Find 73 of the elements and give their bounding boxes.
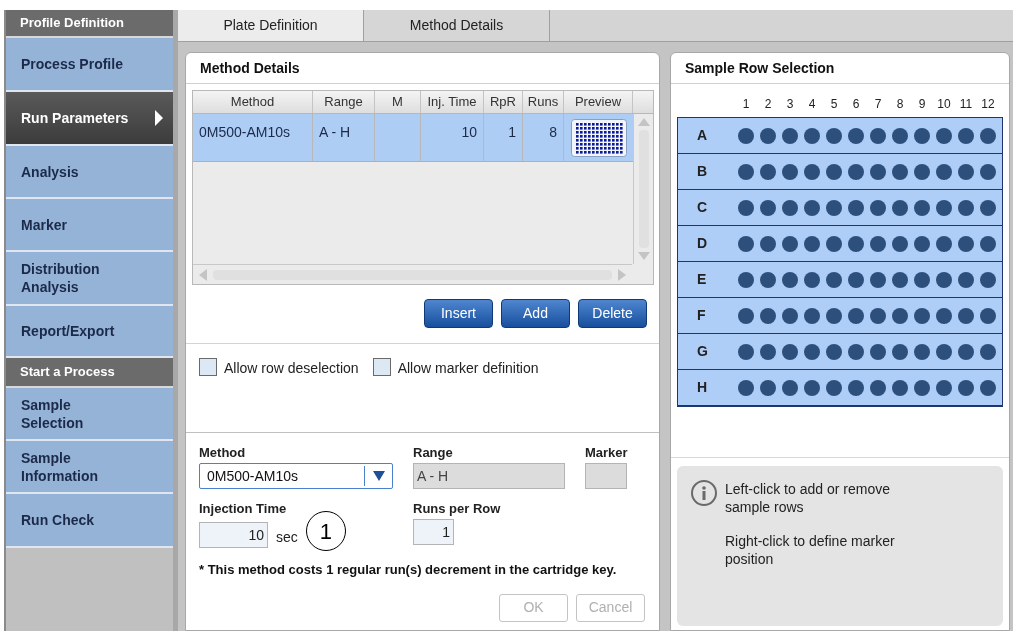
chevron-right-icon bbox=[155, 110, 164, 126]
sample-row[interactable]: E bbox=[678, 262, 1002, 298]
checkbox[interactable]: Allow marker definition bbox=[372, 358, 539, 378]
sample-row[interactable]: B bbox=[678, 154, 1002, 190]
sample-row[interactable]: C bbox=[678, 190, 1002, 226]
panel-title: Sample Row Selection bbox=[671, 53, 1009, 84]
action-button[interactable]: Insert bbox=[424, 299, 493, 328]
range-field[interactable]: A - H bbox=[413, 463, 565, 489]
unit-label: sec bbox=[276, 527, 298, 547]
sample-row[interactable]: D bbox=[678, 226, 1002, 262]
section-header: Start a Process bbox=[6, 358, 174, 388]
table-cell: 8 bbox=[523, 114, 564, 161]
sidebar-item[interactable]: Sample Selection bbox=[6, 388, 174, 441]
plate-preview-icon bbox=[570, 119, 627, 157]
action-button[interactable]: Delete bbox=[578, 299, 647, 328]
sample-row[interactable]: G bbox=[678, 334, 1002, 370]
section-header: Profile Definition bbox=[6, 10, 174, 38]
column-number: 12 bbox=[980, 96, 996, 113]
column-number: 6 bbox=[851, 96, 861, 113]
field-label: Method bbox=[199, 445, 247, 461]
injection-time-field[interactable]: 10 bbox=[199, 522, 268, 548]
sidebar-item[interactable]: Distribution Analysis bbox=[6, 252, 174, 306]
caret-icon bbox=[372, 471, 385, 481]
column-number: 3 bbox=[785, 96, 795, 113]
column-number: 2 bbox=[763, 96, 773, 113]
table-cell: 0M500-AM10s bbox=[193, 114, 313, 161]
vertical-scrollbar[interactable] bbox=[633, 114, 653, 264]
sidebar-item[interactable]: Analysis bbox=[6, 146, 174, 199]
table-cell: 1 bbox=[484, 114, 523, 161]
column-header[interactable]: RpR bbox=[484, 91, 523, 113]
panel-title: Method Details bbox=[186, 53, 659, 84]
horizontal-scrollbar[interactable] bbox=[193, 264, 632, 284]
sample-row[interactable]: F bbox=[678, 298, 1002, 334]
callout-number: 1 bbox=[305, 511, 346, 551]
sidebar-item[interactable]: Marker bbox=[6, 199, 174, 252]
sidebar-item[interactable]: Run Parameters bbox=[6, 92, 174, 146]
cost-note: * This method costs 1 regular run(s) decrement in the cartridge key. bbox=[199, 561, 618, 579]
column-number: 1 bbox=[741, 96, 751, 113]
info-icon bbox=[691, 480, 717, 506]
runs-per-row-field[interactable]: 1 bbox=[413, 519, 454, 545]
sample-row[interactable]: A bbox=[678, 118, 1002, 154]
table-row[interactable]: 0M500-AM10s A - H 10 1 8 bbox=[193, 114, 633, 162]
field-label: Injection Time bbox=[199, 501, 288, 517]
sidebar-item[interactable]: Process Profile bbox=[6, 38, 174, 92]
checkbox[interactable]: Allow row deselection bbox=[199, 358, 359, 378]
marker-field[interactable] bbox=[585, 463, 627, 489]
info-text: Left-click to add or remove sample rows bbox=[725, 480, 891, 516]
column-number: 10 bbox=[936, 96, 952, 113]
field-label: Marker bbox=[585, 445, 627, 461]
column-number: 5 bbox=[829, 96, 839, 113]
method-dropdown[interactable]: 0M500-AM10s bbox=[199, 463, 393, 489]
column-number: 7 bbox=[873, 96, 883, 113]
column-number: 11 bbox=[958, 96, 974, 113]
sample-row[interactable]: H bbox=[678, 370, 1002, 406]
column-number: 4 bbox=[807, 96, 817, 113]
column-header[interactable]: M bbox=[375, 91, 421, 113]
action-button[interactable]: Add bbox=[501, 299, 570, 328]
sidebar-item[interactable]: Report/Export bbox=[6, 306, 174, 358]
column-header[interactable]: Preview bbox=[564, 91, 633, 113]
info-text: Right-click to define marker position bbox=[725, 532, 896, 568]
field-label: Range bbox=[413, 445, 454, 461]
table-cell: A - H bbox=[313, 114, 375, 161]
column-number: 8 bbox=[895, 96, 905, 113]
field-label: Runs per Row bbox=[413, 501, 502, 517]
sidebar-item[interactable]: Run Check bbox=[6, 494, 174, 548]
column-header[interactable]: Runs bbox=[523, 91, 564, 113]
tab[interactable]: Plate Definition bbox=[178, 10, 364, 41]
column-header[interactable]: Inj. Time bbox=[421, 91, 484, 113]
sidebar-item[interactable]: Sample Information bbox=[6, 441, 174, 494]
column-header[interactable]: Method bbox=[193, 91, 313, 113]
column-header[interactable]: Range bbox=[313, 91, 375, 113]
column-number: 9 bbox=[917, 96, 927, 113]
table-cell: 10 bbox=[421, 114, 484, 161]
